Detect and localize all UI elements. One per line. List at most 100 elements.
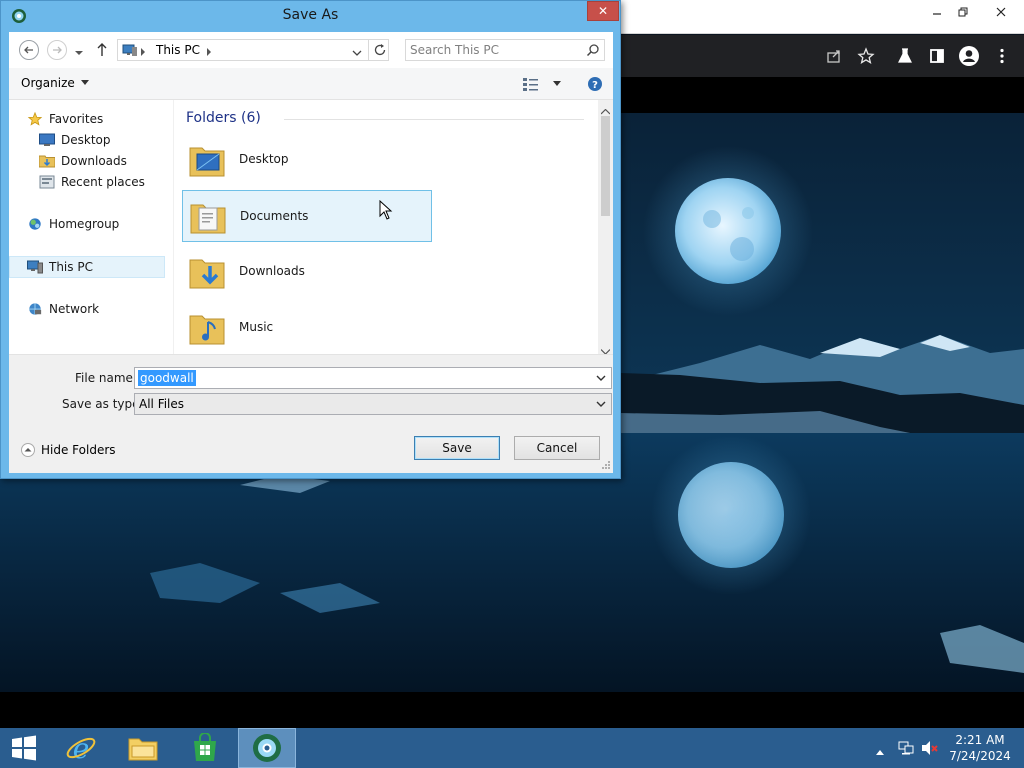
nav-favorites[interactable]: Favorites [27, 109, 103, 129]
start-button[interactable] [0, 728, 48, 768]
windows-logo-icon [12, 735, 36, 761]
hide-folders-label: Hide Folders [41, 443, 116, 457]
cancel-button[interactable]: Cancel [514, 436, 600, 460]
nav-this-pc[interactable]: This PC [27, 257, 93, 277]
hide-folders-button[interactable]: Hide Folders [21, 443, 116, 457]
bookmark-button[interactable] [855, 45, 877, 67]
file-name-field[interactable]: goodwall [134, 367, 612, 389]
restore-button[interactable] [946, 0, 980, 24]
share-button[interactable] [823, 45, 845, 67]
address-bar[interactable]: This PC [117, 39, 389, 61]
browser-app-icon [253, 734, 281, 762]
breadcrumb-chevron-icon[interactable] [206, 45, 212, 59]
browser-menu-button[interactable] [991, 45, 1013, 67]
help-icon: ? [588, 77, 602, 91]
minimize-icon [933, 13, 941, 15]
save-as-dialog: Save As ✕ This PC Search This PC Organiz… [0, 0, 621, 479]
breadcrumb-chevron-icon [140, 45, 146, 59]
file-list-scrollbar[interactable] [598, 100, 613, 355]
desktop-icon [39, 133, 55, 146]
search-icon [586, 43, 600, 60]
extension-button[interactable] [894, 45, 916, 67]
taskbar: e 2:21 AM 7/24/2024 [0, 728, 1024, 768]
internet-explorer-taskbar-button[interactable]: e [58, 728, 104, 768]
nav-homegroup-label: Homegroup [49, 217, 120, 231]
change-view-button[interactable] [523, 77, 561, 91]
downloads-folder-icon [189, 259, 225, 289]
chevron-down-icon [80, 80, 89, 85]
save-type-select[interactable]: All Files [134, 393, 612, 415]
save-type-label: Save as type: [62, 397, 144, 411]
dialog-title: Save As [282, 7, 339, 23]
side-panel-button[interactable] [926, 45, 948, 67]
organize-button[interactable]: Organize [21, 76, 89, 90]
refresh-icon [374, 44, 386, 56]
save-button[interactable]: Save [414, 436, 500, 460]
save-options-panel: File name: goodwall Save as type: All Fi… [9, 354, 613, 473]
resize-grip-icon[interactable] [601, 460, 611, 470]
nav-recent-places[interactable]: Recent places [39, 172, 145, 192]
nav-downloads[interactable]: Downloads [39, 151, 127, 171]
view-details-icon [523, 78, 538, 91]
folders-group-header[interactable]: Folders (6) [186, 110, 261, 126]
store-taskbar-button[interactable] [182, 728, 228, 768]
recent-places-icon [39, 175, 55, 189]
file-explorer-taskbar-button[interactable] [120, 728, 166, 768]
help-button[interactable]: ? [587, 76, 603, 95]
folder-downloads-label: Downloads [239, 264, 305, 278]
flask-icon [898, 48, 912, 63]
profile-button[interactable] [958, 45, 980, 67]
file-name-value[interactable]: goodwall [138, 370, 196, 386]
search-box[interactable] [405, 39, 605, 61]
folder-desktop[interactable]: Desktop [182, 134, 432, 186]
chevron-up-icon [876, 750, 884, 755]
this-pc-icon [122, 43, 138, 60]
dialog-close-button[interactable]: ✕ [587, 1, 619, 21]
folder-downloads[interactable]: Downloads [182, 246, 432, 298]
chevron-up-circle-icon [21, 443, 35, 457]
downloads-folder-icon [39, 155, 55, 168]
star-icon [27, 112, 43, 126]
organize-label: Organize [21, 76, 75, 90]
taskbar-clock[interactable]: 2:21 AM 7/24/2024 [944, 732, 1016, 764]
mouse-cursor-icon [379, 200, 393, 220]
back-button[interactable] [19, 40, 39, 60]
nav-desktop-label: Desktop [61, 133, 111, 147]
folder-music[interactable]: Music [182, 302, 432, 354]
search-input[interactable] [410, 42, 580, 58]
forward-button[interactable] [47, 40, 67, 60]
nav-desktop[interactable]: Desktop [39, 130, 111, 150]
breadcrumb-this-pc[interactable]: This PC [156, 43, 200, 57]
refresh-button[interactable] [373, 43, 387, 60]
dialog-titlebar[interactable]: Save As ✕ [1, 1, 620, 32]
scroll-thumb[interactable] [601, 116, 610, 216]
command-bar: Organize ? [9, 68, 613, 100]
folder-documents[interactable]: Documents [182, 190, 432, 242]
nav-network-label: Network [49, 302, 100, 316]
up-button[interactable] [95, 42, 109, 61]
address-row: This PC [9, 32, 613, 68]
folder-documents-label: Documents [240, 209, 309, 223]
nav-network[interactable]: Network [27, 299, 99, 319]
music-folder-icon [189, 315, 225, 345]
folder-music-label: Music [239, 320, 274, 334]
clock-time: 2:21 AM [955, 733, 1005, 747]
save-type-dropdown[interactable] [594, 397, 608, 411]
show-hidden-icons-button[interactable] [876, 744, 884, 758]
network-tray-icon[interactable] [898, 740, 914, 759]
share-icon [827, 50, 840, 63]
browser-close-button[interactable] [984, 0, 1018, 24]
back-arrow-icon [24, 46, 33, 54]
address-history-dropdown[interactable] [352, 46, 362, 60]
svg-text:?: ? [592, 80, 598, 91]
up-arrow-icon [97, 43, 107, 56]
file-list: Folders (6) Desktop Documents Downloads … [174, 100, 598, 354]
nav-homegroup[interactable]: Homegroup [27, 214, 119, 234]
volume-muted-icon[interactable] [921, 740, 939, 759]
this-pc-icon [27, 260, 43, 274]
browser-taskbar-button[interactable] [238, 728, 296, 768]
windows-store-icon [194, 733, 216, 761]
file-name-dropdown[interactable] [594, 371, 608, 385]
recent-locations-button[interactable] [75, 46, 83, 60]
nav-favorites-label: Favorites [49, 112, 104, 126]
